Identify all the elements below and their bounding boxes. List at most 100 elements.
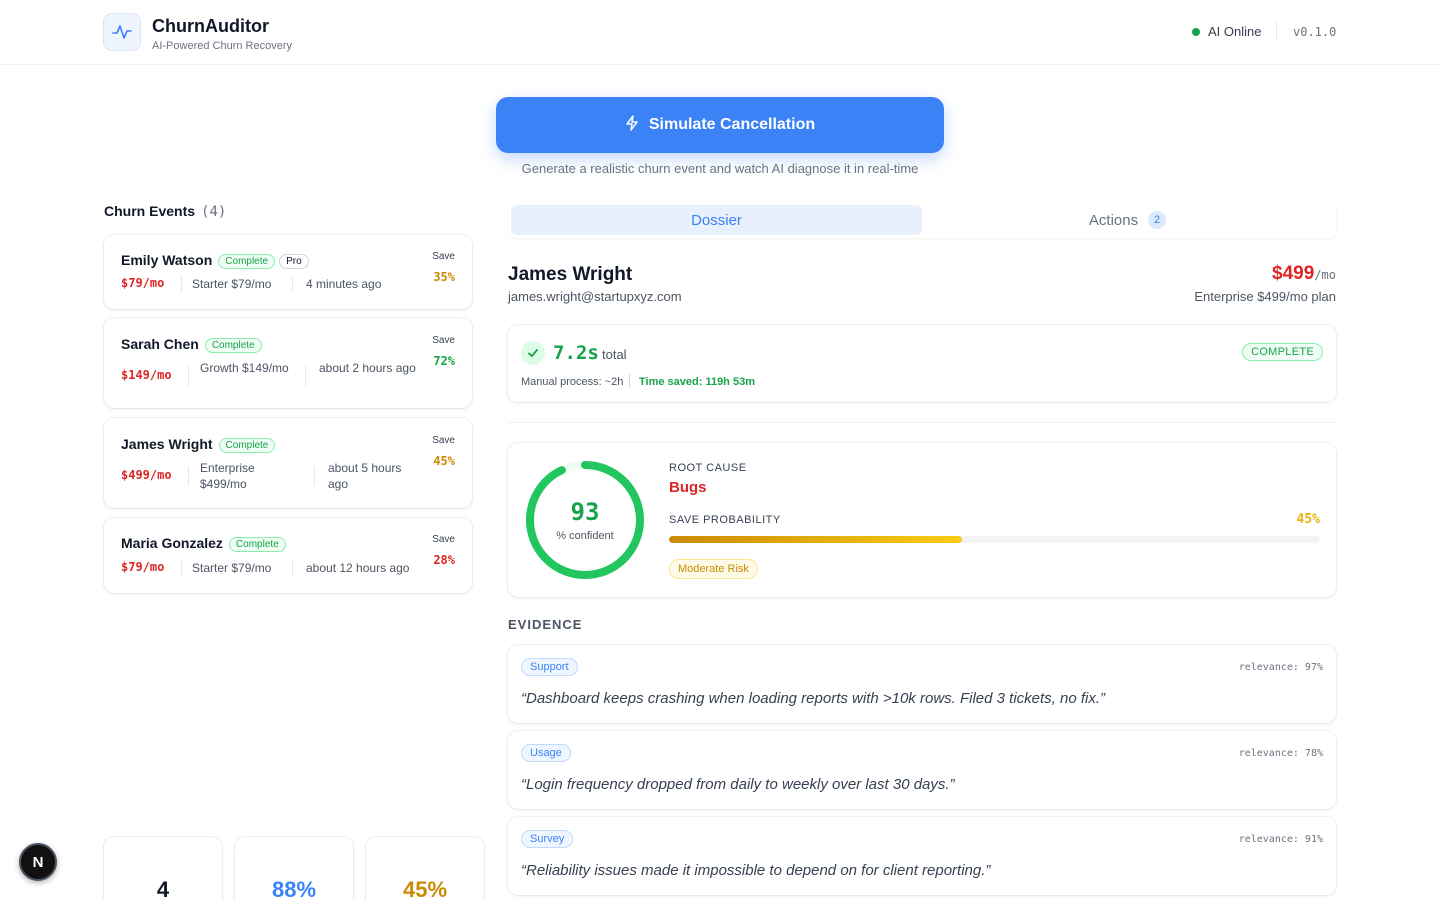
evidence-quote: “Dashboard keeps crashing when loading r… <box>521 690 1106 707</box>
mrr-value: $499 <box>1272 263 1315 284</box>
save-label: Save <box>432 335 455 346</box>
event-time: about 2 hours ago <box>319 361 416 375</box>
status-badge: Complete <box>218 438 276 453</box>
evidence-quote: “Login frequency dropped from daily to w… <box>521 776 955 793</box>
status-badge: Complete <box>228 537 286 552</box>
customer-mrr: $499/mo <box>1272 263 1336 285</box>
lightning-bolt-icon <box>625 114 639 136</box>
evidence-card: Survey relevance: 91% “Reliability issue… <box>508 817 1336 895</box>
manual-process-time: Manual process: ~2h <box>521 376 624 388</box>
event-divider <box>314 466 315 486</box>
header-divider <box>1276 22 1277 40</box>
churn-events-title: Churn Events (4) <box>104 203 226 220</box>
save-label: Save <box>432 251 455 262</box>
timing-card: 7.2s total COMPLETE Manual process: ~2h … <box>508 325 1336 402</box>
timing-divider <box>629 374 630 388</box>
evidence-source-tag: Support <box>521 658 578 676</box>
nextjs-devtools-button[interactable]: N <box>19 843 57 881</box>
mrr-unit: /mo <box>1314 268 1336 282</box>
version-label: v0.1.0 <box>1293 25 1337 39</box>
event-name-row: Emily Watson Complete Pro <box>121 252 309 269</box>
save-label: Save <box>432 534 455 545</box>
stat-value: 45% <box>402 877 448 900</box>
event-divider <box>188 466 189 486</box>
evidence-relevance: relevance: 78% <box>1238 748 1323 759</box>
root-cause-label: ROOT CAUSE <box>669 462 747 474</box>
churn-events-label: Churn Events <box>104 203 196 219</box>
time-saved: Time saved: 119h 53m <box>639 376 755 388</box>
event-divider <box>181 560 182 576</box>
event-mrr: $79/mo <box>121 276 165 290</box>
evidence-relevance: relevance: 97% <box>1238 662 1323 673</box>
save-probability-value: 45% <box>1296 512 1320 527</box>
event-name-row: Sarah Chen Complete <box>121 336 262 353</box>
tab-actions[interactable]: Actions 2 <box>922 205 1333 235</box>
stat-card-save: 45% <box>366 837 484 900</box>
activity-pulse-icon <box>103 13 141 51</box>
simulate-cancellation-button[interactable]: Simulate Cancellation <box>496 97 944 153</box>
event-customer-name: Sarah Chen <box>121 336 199 352</box>
confidence-value: 93 <box>570 498 600 526</box>
save-probability-bar <box>669 536 1320 543</box>
save-probability: 72% <box>433 354 455 368</box>
event-card[interactable]: Emily Watson Complete Pro $79/mo Starter $… <box>104 235 472 309</box>
tab-actions-label: Actions <box>1088 211 1139 229</box>
event-customer-name: Emily Watson <box>121 252 213 268</box>
customer-email: james.wright@startupxyz.com <box>508 289 682 304</box>
status-badge: Complete <box>204 338 262 353</box>
evidence-source-tag: Usage <box>521 744 571 762</box>
diagnosis-card: 93 % confident ROOT CAUSE Bugs SAVE PROB… <box>508 443 1336 597</box>
actions-count-badge: 2 <box>1148 211 1167 229</box>
evidence-card: Support relevance: 97% “Dashboard keeps … <box>508 645 1336 723</box>
save-probability-fill <box>669 536 962 543</box>
status-badge: Complete <box>218 254 276 269</box>
event-time: about 5 hours ago <box>328 461 402 491</box>
evidence-title: EVIDENCE <box>508 617 583 632</box>
stat-card-events: 4 <box>104 837 222 900</box>
event-name-row: Maria Gonzalez Complete <box>121 535 286 552</box>
event-mrr: $499/mo <box>121 468 172 482</box>
event-plan: Enterprise $499/mo <box>200 461 255 491</box>
simulate-subtitle: Generate a realistic churn event and wat… <box>521 161 919 176</box>
event-card[interactable]: Maria Gonzalez Complete $79/mo Starter $7… <box>104 518 472 593</box>
evidence-source-tag: Survey <box>521 830 574 848</box>
event-customer-name: Maria Gonzalez <box>121 535 223 551</box>
evidence-quote: “Reliability issues made it impossible t… <box>521 862 991 879</box>
event-time: about 12 hours ago <box>306 561 410 575</box>
dossier-tabs: Dossier Actions 2 <box>508 201 1336 238</box>
save-label: Save <box>432 435 455 446</box>
customer-plan: Enterprise $499/mo plan <box>1194 289 1336 304</box>
event-mrr: $79/mo <box>121 560 165 574</box>
event-time: 4 minutes ago <box>306 277 382 291</box>
timing-label: total <box>602 347 627 362</box>
tier-badge: Pro <box>279 254 309 269</box>
event-mrr: $149/mo <box>121 368 172 382</box>
section-divider <box>508 422 1336 423</box>
status-dot-icon <box>1192 27 1200 36</box>
app-subtitle: AI-Powered Churn Recovery <box>152 40 293 52</box>
event-plan: Growth $149/mo <box>200 361 289 375</box>
app-title: ChurnAuditor <box>152 16 269 36</box>
event-divider <box>292 276 293 292</box>
event-divider <box>181 276 182 292</box>
churn-events-count: (4) <box>201 204 227 220</box>
event-name-row: James Wright Complete <box>121 436 276 453</box>
event-divider <box>305 366 306 386</box>
event-card[interactable]: Sarah Chen Complete $149/mo Growth $149/m… <box>104 318 472 408</box>
tab-dossier[interactable]: Dossier <box>511 205 922 235</box>
event-divider <box>188 366 189 386</box>
status-label: AI Online <box>1208 24 1262 39</box>
confidence-label: % confident <box>556 530 614 542</box>
customer-name: James Wright <box>508 264 633 285</box>
event-divider <box>292 560 293 576</box>
save-probability-label: SAVE PROBABILITY <box>669 514 781 526</box>
check-icon <box>521 341 545 365</box>
evidence-card: Usage relevance: 78% “Login frequency dr… <box>508 731 1336 809</box>
event-plan: Starter $79/mo <box>192 561 272 575</box>
root-cause-value: Bugs <box>669 479 707 496</box>
event-card[interactable]: James Wright Complete $499/mo Enterprise … <box>104 418 472 508</box>
evidence-relevance: relevance: 91% <box>1238 834 1323 845</box>
simulate-button-label: Simulate Cancellation <box>648 116 816 133</box>
app-header: ChurnAuditor AI-Powered Churn Recovery A… <box>0 0 1440 65</box>
stat-value: 88% <box>271 877 317 900</box>
